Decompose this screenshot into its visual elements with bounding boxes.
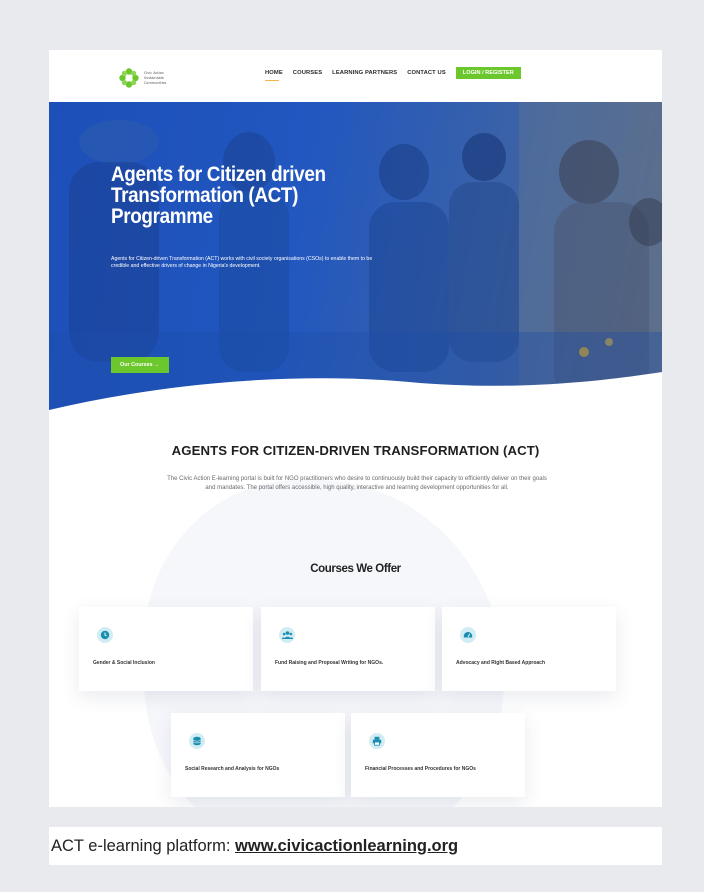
logo-flower-icon [119, 68, 139, 88]
logo-line-3: Communities [144, 81, 167, 85]
hero-description: Agents for Citizen-driven Transformation… [111, 256, 373, 269]
site-logo[interactable]: Civic Action Sustainable Communities [119, 67, 187, 89]
caption-link[interactable]: www.civicactionlearning.org [235, 837, 458, 856]
course-card-social-research[interactable]: Social Research and Analysis for NGOs [171, 713, 345, 797]
course-card-financial-processes[interactable]: Financial Processes and Procedures for N… [351, 713, 525, 797]
hero-title-line-3: Programme [111, 205, 213, 228]
course-label: Advocacy and Right Based Approach [456, 660, 545, 666]
nav-item-contact-us[interactable]: CONTACT US [407, 70, 446, 76]
print-icon [369, 733, 385, 749]
nav-item-courses[interactable]: COURSES [293, 70, 322, 76]
logo-text: Civic Action Sustainable Communities [144, 71, 166, 85]
course-card-fund-raising[interactable]: Fund Raising and Proposal Writing for NG… [261, 607, 435, 691]
hero-title-line-1: Agents for Citizen driven [111, 163, 326, 186]
caption-bar: ACT e-learning platform: www.civicaction… [49, 827, 662, 865]
gauge-icon [460, 627, 476, 643]
section-description: The Civic Action E-learning portal is bu… [167, 476, 547, 491]
main-menu: HOME COURSES LEARNING PARTNERS CONTACT U… [265, 67, 521, 82]
nav-item-learning-partners[interactable]: LEARNING PARTNERS [332, 70, 397, 76]
courses-heading: Courses We Offer [310, 563, 401, 575]
course-label: Fund Raising and Proposal Writing for NG… [275, 660, 384, 666]
our-courses-button[interactable]: Our Courses → [111, 357, 169, 373]
clock-icon [97, 627, 113, 643]
caption-text: ACT e-learning platform: [51, 836, 236, 855]
hero-title: Agents for Citizen driven Transformation… [111, 164, 345, 227]
course-label: Financial Processes and Procedures for N… [365, 766, 476, 772]
top-navigation-bar: Civic Action Sustainable Communities HOM… [49, 50, 662, 102]
course-card-gender-social-inclusion[interactable]: Gender & Social Inclusion [79, 607, 253, 691]
hero-banner: Agents for Citizen driven Transformation… [49, 102, 662, 418]
hero-wave-divider [49, 372, 662, 422]
logo-line-2: Sustainable [144, 76, 164, 80]
logo-line-1: Civic Action [144, 71, 164, 75]
course-label: Gender & Social Inclusion [93, 660, 155, 666]
website-screenshot: Civic Action Sustainable Communities HOM… [49, 50, 662, 807]
database-icon [189, 733, 205, 749]
hero-title-line-2: Transformation (ACT) [111, 184, 299, 207]
section-title: AGENTS FOR CITIZEN-DRIVEN TRANSFORMATION… [171, 443, 540, 458]
nav-item-home[interactable]: HOME [265, 70, 283, 82]
login-register-button[interactable]: LOGIN / REGISTER [455, 67, 521, 79]
course-card-advocacy[interactable]: Advocacy and Right Based Approach [442, 607, 616, 691]
course-label: Social Research and Analysis for NGOs [185, 766, 280, 772]
users-icon [279, 627, 295, 643]
